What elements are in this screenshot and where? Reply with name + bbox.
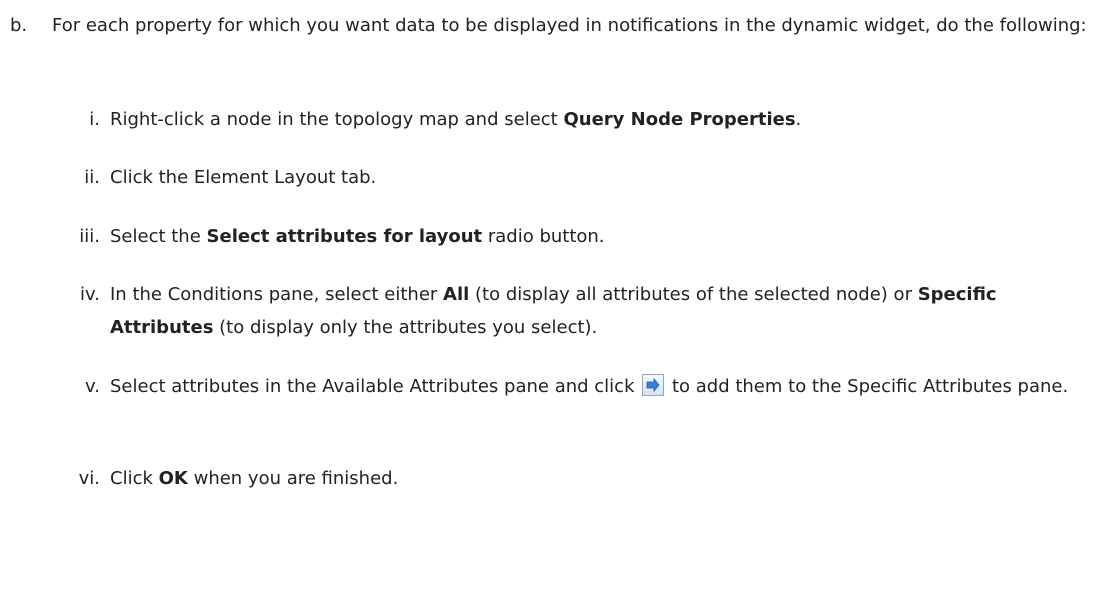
option-name: Select attributes for layout [206,226,483,247]
sub-step-text: Click the Element Layout tab. [110,167,377,188]
sub-step-text: Right-click a node in the topology map a… [110,109,802,130]
sub-step-marker: v. [85,376,100,397]
step-b-text: For each property for which you want dat… [52,15,1087,36]
step-b-marker: b. [10,15,28,36]
sub-step-text: In the Conditions pane, select either Al… [110,284,997,338]
add-arrow-icon [642,374,665,396]
sub-step-marker: iv. [80,284,100,305]
sub-step-text: Select attributes in the Available Attri… [110,374,1069,397]
sub-step-text: Select the Select attributes for layout … [110,226,605,247]
sub-step-text: Click OK when you are finished. [110,468,399,489]
button-name: OK [158,468,188,489]
menu-item-name: Query Node Properties [563,109,796,130]
sub-step-marker: i. [89,109,100,130]
document-page: b. For each property for which you want … [0,0,1112,605]
sub-step-marker: vi. [78,468,100,489]
option-name: All [443,284,470,305]
sub-step-marker: ii. [84,167,100,188]
sub-step-marker: iii. [79,226,100,247]
